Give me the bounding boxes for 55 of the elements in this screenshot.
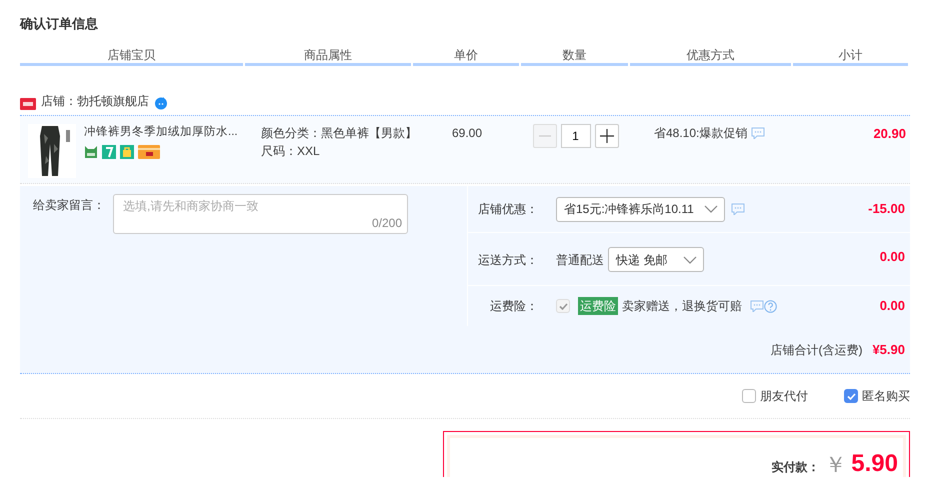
comment-icon[interactable] bbox=[750, 300, 764, 312]
subtotal: 20.90 bbox=[873, 126, 906, 141]
delivery-method: 普通配送 bbox=[556, 252, 604, 269]
field-label: 店铺优惠： bbox=[477, 201, 538, 218]
select-value: 快递 免邮 bbox=[616, 252, 668, 268]
unit-price: 69.00 bbox=[452, 126, 482, 140]
comment-icon[interactable] bbox=[751, 127, 766, 139]
select-value: 省15元:冲锋裤乐尚10.11 bbox=[564, 201, 694, 218]
currency-symbol: ￥ bbox=[824, 454, 846, 476]
store-badge-icon bbox=[20, 98, 36, 110]
column-header: 单价 bbox=[413, 48, 519, 66]
bag-icon bbox=[120, 145, 134, 160]
checkbox-label[interactable]: 朋友代付 bbox=[760, 387, 808, 405]
checkbox[interactable] bbox=[844, 389, 858, 403]
increase-button[interactable] bbox=[594, 124, 618, 148]
character-counter: 0/200 bbox=[372, 215, 402, 232]
comment-icon[interactable] bbox=[730, 203, 745, 215]
amount: 0.00 bbox=[880, 297, 906, 316]
column-header: 优惠方式 bbox=[630, 48, 791, 66]
badge-icon bbox=[102, 145, 116, 160]
plus-icon bbox=[600, 129, 614, 143]
column-header: 店铺宝贝 bbox=[20, 48, 243, 66]
coupon-select[interactable]: 省15元:冲锋裤乐尚10.11 bbox=[556, 196, 725, 222]
item-attribute: 尺码：XXL bbox=[261, 143, 321, 160]
checkbox[interactable] bbox=[742, 389, 756, 403]
discount-text: 省48.10:爆款促销 bbox=[654, 125, 748, 142]
payment-label: 实付款： bbox=[771, 459, 820, 476]
column-header: 小计 bbox=[793, 48, 908, 66]
quantity-field[interactable]: 1 bbox=[560, 124, 590, 148]
chat-bubble-icon[interactable] bbox=[154, 96, 168, 110]
field-label: 运费险： bbox=[489, 298, 538, 315]
column-header: 数量 bbox=[521, 48, 628, 66]
insurance-text: 卖家赠送，退换货可赔 bbox=[622, 298, 742, 315]
total-label: 店铺合计(含运费) bbox=[770, 342, 862, 358]
decrease-button[interactable] bbox=[532, 124, 556, 148]
checkmark-icon bbox=[846, 391, 856, 401]
cat-icon bbox=[84, 145, 98, 160]
amount: 0.00 bbox=[880, 248, 906, 266]
card-icon bbox=[138, 145, 160, 160]
insurance-badge: 运费险 bbox=[578, 297, 618, 315]
item-attribute: 颜色分类：黑色单裤【男款】 bbox=[261, 125, 413, 142]
column-header: 商品属性 bbox=[245, 48, 411, 66]
payment-amount: 5.90 bbox=[851, 452, 898, 476]
help-icon[interactable] bbox=[764, 300, 777, 312]
shop-name: 店铺：勃托顿旗舰店 bbox=[41, 93, 149, 110]
message-label: 给卖家留言： bbox=[33, 197, 105, 214]
amount: -15.00 bbox=[868, 200, 906, 218]
chevron-down-icon bbox=[704, 205, 718, 213]
field-label: 运送方式： bbox=[477, 252, 538, 269]
delivery-select[interactable]: 快递 免邮 bbox=[608, 247, 704, 272]
checkbox-label[interactable]: 匿名购买 bbox=[862, 387, 910, 405]
item-title[interactable]: 冲锋裤男冬季加绒加厚防水... bbox=[84, 124, 238, 142]
total-amount: ¥5.90 bbox=[872, 340, 905, 359]
chevron-down-icon bbox=[683, 256, 698, 264]
page-title: 确认订单信息 bbox=[20, 15, 99, 33]
